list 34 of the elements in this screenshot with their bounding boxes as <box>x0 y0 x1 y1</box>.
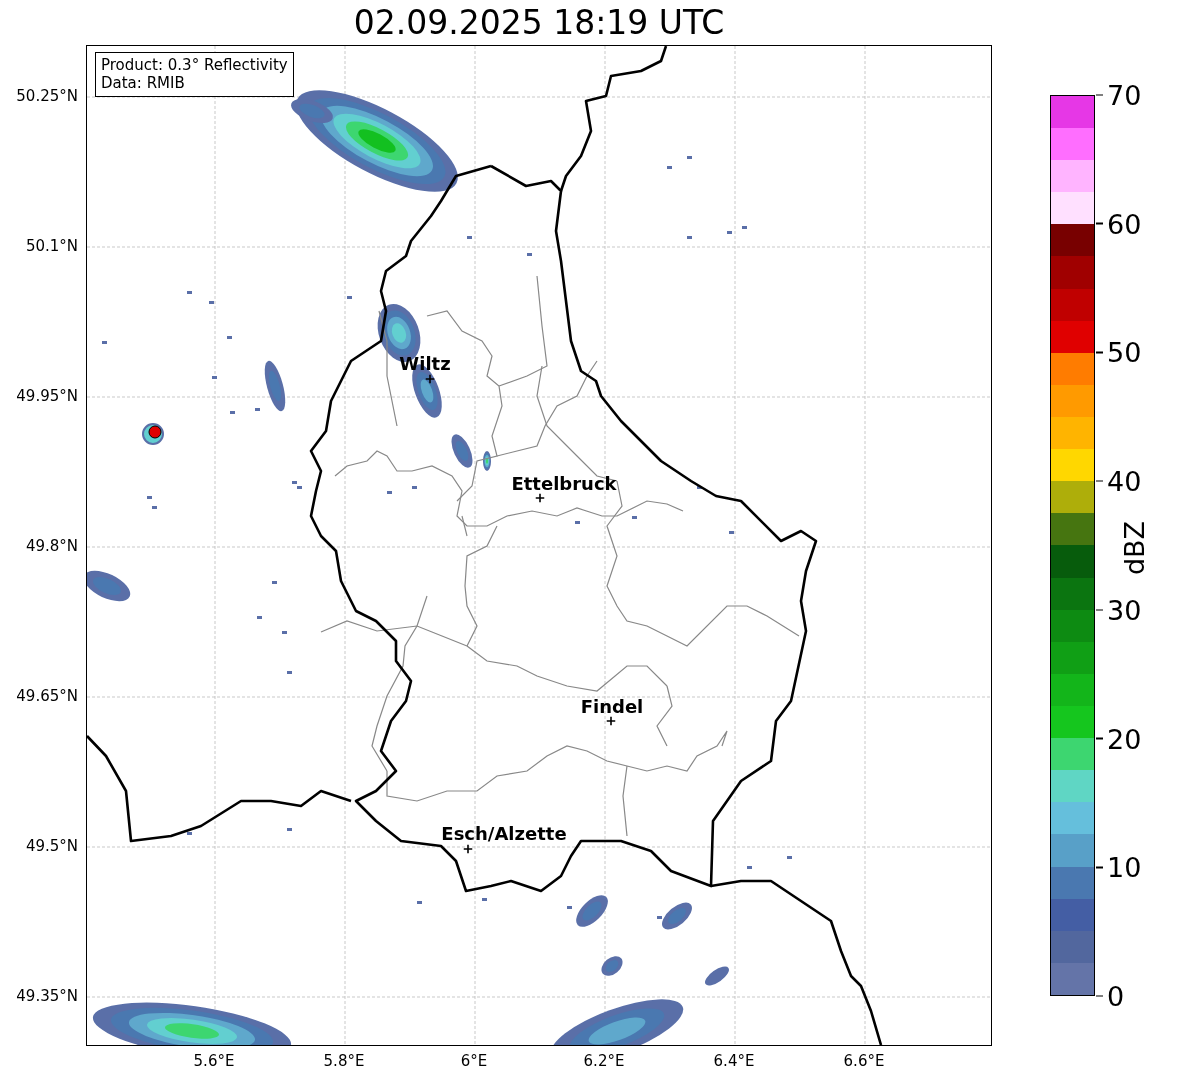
city-marker-icon <box>535 493 545 503</box>
axis-tick-label: 49.65°N <box>16 687 78 705</box>
place-label: Esch/Alzette <box>441 822 567 844</box>
scale-tick-label: 20 <box>1107 723 1142 755</box>
place-label: Ettelbruck <box>511 472 617 494</box>
axis-tick-label: 49.5°N <box>25 837 78 855</box>
scale-tick-label: 10 <box>1107 851 1142 883</box>
radar-site-marker-icon <box>142 423 164 445</box>
axis-tick-label: 49.95°N <box>16 387 78 405</box>
scale-tick-label: 40 <box>1107 465 1142 497</box>
axis-tick-label: 6.6°E <box>843 1052 885 1070</box>
info-text: Product: 0.3° Reflectivity <box>101 56 288 74</box>
info-text: Data: RMIB <box>101 74 186 92</box>
scale-tick-label: 70 <box>1107 79 1142 111</box>
axis-tick-label: 6.4°E <box>713 1052 755 1070</box>
axis-tick-label: 49.35°N <box>16 987 78 1005</box>
city-marker-icon <box>463 844 473 854</box>
scale-tick-label: 60 <box>1107 208 1142 240</box>
axis-tick-label: 5.8°E <box>323 1052 365 1070</box>
scale-tick-label: 50 <box>1107 336 1142 368</box>
scale-tick-label: 30 <box>1107 594 1142 626</box>
place-label: Findel <box>580 695 644 717</box>
axis-tick-label: 50.1°N <box>25 237 78 255</box>
city-marker-icon <box>606 716 616 726</box>
city-marker-icon <box>425 374 435 384</box>
chart-title: 02.09.2025 18:19 UTC <box>352 2 726 44</box>
axis-tick-label: 50.25°N <box>16 87 78 105</box>
axis-tick-label: 5.6°E <box>193 1052 235 1070</box>
scale-label: dBZ <box>1118 520 1150 576</box>
axis-tick-label: 6.2°E <box>583 1052 625 1070</box>
axis-tick-label: 6°E <box>460 1052 488 1070</box>
place-label: Wiltz <box>399 352 451 374</box>
scale-tick-label: 0 <box>1107 980 1125 1012</box>
axis-tick-label: 49.8°N <box>25 537 78 555</box>
